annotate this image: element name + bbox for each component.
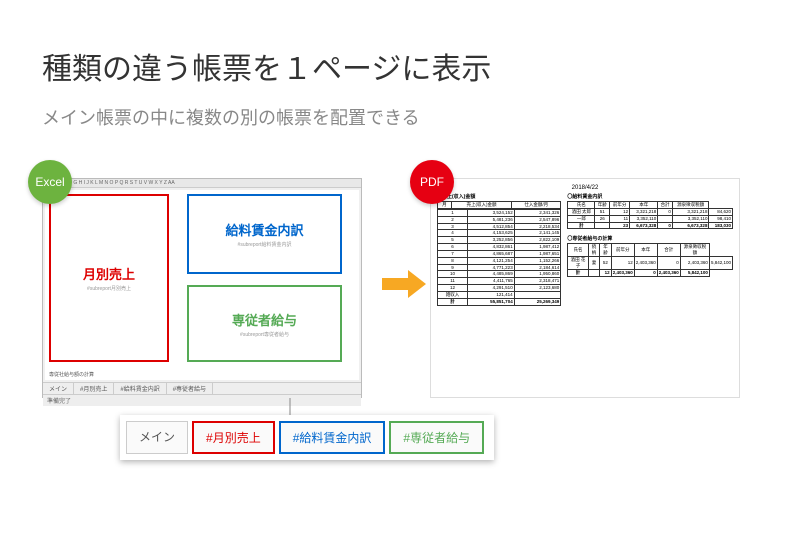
sheet-tabs: メイン #月別売上 #給料賃金内訳 #専従者給与 [43, 382, 361, 394]
sheet-tab[interactable]: #給料賃金内訳 [114, 383, 166, 394]
right-table-title: 〇給料賃金内訳 [567, 193, 733, 200]
excel-badge: Excel [28, 160, 72, 204]
tab-monthly[interactable]: #月別売上 [192, 421, 275, 454]
right-table: 氏名年齢前年分本年合計源泉徴収税額酒田 太郎51123,321,21803,32… [567, 201, 733, 229]
box-label: 給料賃金内訳 [225, 220, 303, 239]
box-sub: #subreport給料賃金内訳 [238, 241, 292, 248]
box-label: 月別売上 [83, 264, 135, 283]
left-table: 月売上(収入)金額仕入金額/月 [437, 201, 561, 209]
bottom-table-title: 〇専従者給与の計算 [567, 235, 733, 242]
pdf-panel: 2018/4/22 〇売上(収入)金額 月売上(収入)金額仕入金額/月 13,5… [430, 178, 740, 398]
arrow-icon [382, 270, 426, 298]
pdf-badge: PDF [410, 160, 454, 204]
page-title: 種類の違う帳票を１ページに表示 [0, 0, 805, 88]
excel-panel: A B C D E F G H I J K L M N O P Q R S T … [42, 178, 362, 398]
sheet-body: 1 ページ 月別売上 #subreport月別売上 給料賃金内訳 #subrep… [45, 190, 359, 380]
subreport-family: 専従者給与 #subreport専従者給与 [187, 285, 342, 362]
pdf-date: 2018/4/22 [437, 185, 733, 191]
tab-callout: メイン #月別売上 #給料賃金内訳 #専従者給与 [120, 415, 494, 460]
box-sub: #subreport月別売上 [87, 285, 131, 292]
subreport-monthly-sales: 月別売上 #subreport月別売上 [49, 194, 169, 362]
tab-family[interactable]: #専従者給与 [389, 421, 484, 454]
left-table-title: 〇売上(収入)金額 [437, 193, 561, 200]
subreport-salary: 給料賃金内訳 #subreport給料賃金内訳 [187, 194, 342, 274]
tab-salary[interactable]: #給料賃金内訳 [279, 421, 386, 454]
page-subtitle: メイン帳票の中に複数の別の帳票を配置できる [0, 88, 805, 130]
sheet-tab[interactable]: #月別売上 [74, 383, 114, 394]
bottom-table: 氏名続柄年齢前年分本年合計源泉徴収税額酒田 花子妻52122,403,36002… [567, 243, 733, 276]
status-bar: 準備完了 [43, 394, 361, 406]
footer-text: 専従社給与額の計算 [49, 371, 94, 378]
column-ruler: A B C D E F G H I J K L M N O P Q R S T … [43, 179, 361, 188]
sheet-tab[interactable]: #専従者給与 [167, 383, 213, 394]
box-label: 専従者給与 [232, 310, 297, 329]
box-sub: #subreport専従者給与 [240, 331, 289, 338]
sheet-tab[interactable]: メイン [43, 383, 74, 394]
tab-main[interactable]: メイン [126, 421, 188, 454]
